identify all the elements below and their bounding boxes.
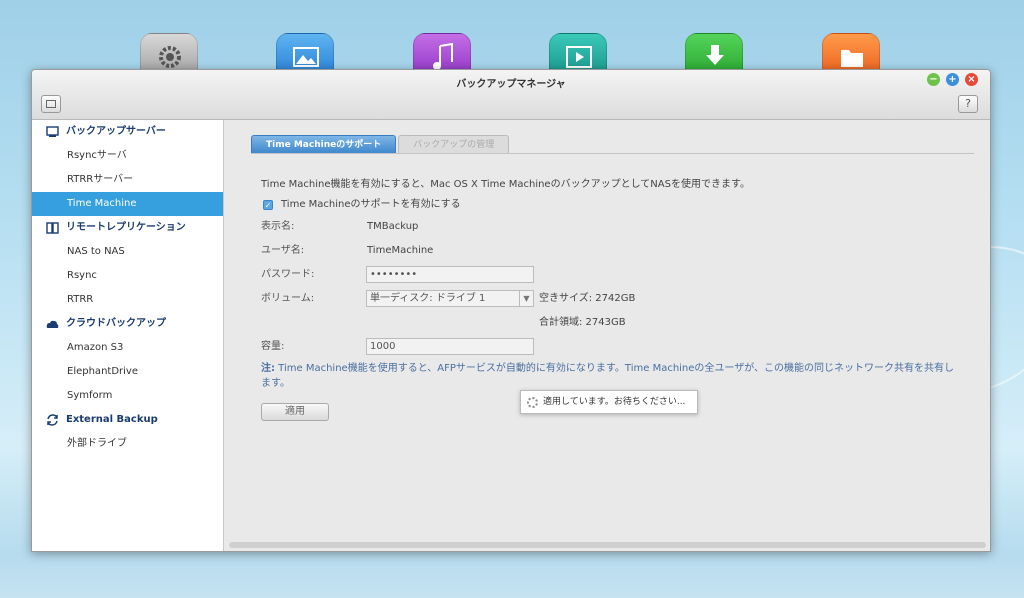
sidebar-section-backup-server[interactable]: バックアップサーバー bbox=[32, 120, 223, 144]
capacity-label: 容量: bbox=[261, 341, 285, 352]
username-row: ユーザ名: TimeMachine bbox=[261, 239, 961, 263]
password-row: パスワード: •••••••• bbox=[261, 263, 961, 287]
sync-icon bbox=[47, 414, 58, 426]
loading-text: 適用しています。お待ちください... bbox=[543, 397, 686, 407]
sidebar-item-rtrr-server[interactable]: RTRRサーバー bbox=[32, 168, 223, 192]
tab-bar: Time Machineのサポート バックアップの管理 bbox=[251, 135, 511, 153]
sidebar-item-elephantdrive[interactable]: ElephantDrive bbox=[32, 360, 223, 384]
sidebar-section-label: External Backup bbox=[66, 414, 158, 425]
sidebar-section-label: リモートレプリケーション bbox=[66, 222, 186, 233]
capacity-row: 容量: 1000 bbox=[261, 335, 961, 359]
note-text: 注: Time Machine機能を使用すると、AFPサービスが自動的に有効にな… bbox=[261, 361, 961, 391]
display-name-value: TMBackup bbox=[367, 221, 419, 232]
free-space-text: 空きサイズ: 2742GB bbox=[539, 293, 636, 304]
desktop-dock bbox=[0, 33, 1024, 83]
sidebar-item-symform[interactable]: Symform bbox=[32, 384, 223, 408]
sidebar-section-cloud-backup[interactable]: クラウドバックアップ bbox=[32, 312, 223, 336]
close-icon[interactable]: × bbox=[965, 73, 978, 86]
window-title: バックアップマネージャ bbox=[456, 79, 566, 90]
maximize-icon[interactable]: + bbox=[946, 73, 959, 86]
sidebar-section-label: クラウドバックアップ bbox=[66, 318, 166, 329]
note-body: Time Machine機能を使用すると、AFPサービスが自動的に有効になります… bbox=[261, 363, 955, 389]
note-prefix: 注: bbox=[261, 363, 275, 374]
display-name-row: 表示名: TMBackup bbox=[261, 215, 961, 239]
minimize-icon[interactable]: − bbox=[927, 73, 940, 86]
volume-row: ボリューム: 単一ディスク: ドライブ 1 ▼ 空きサイズ: 2742GB bbox=[261, 287, 961, 311]
sidebar-item-nas-to-nas[interactable]: NAS to NAS bbox=[32, 240, 223, 264]
display-name-label: 表示名: bbox=[261, 221, 295, 232]
sidebar-section-remote-replication[interactable]: リモートレプリケーション bbox=[32, 216, 223, 240]
description-text: Time Machine機能を有効にすると、Mac OS X Time Mach… bbox=[261, 179, 750, 190]
sidebar-item-rsync-server[interactable]: Rsyncサーバ bbox=[32, 144, 223, 168]
horizontal-scrollbar[interactable] bbox=[229, 542, 986, 548]
enable-time-machine-checkbox[interactable]: ✓ bbox=[263, 200, 273, 210]
main-content: Time Machineのサポート バックアップの管理 Time Machine… bbox=[225, 120, 990, 551]
sidebar-section-label: バックアップサーバー bbox=[66, 126, 166, 137]
tab-backup-management[interactable]: バックアップの管理 bbox=[398, 135, 510, 153]
help-button[interactable]: ? bbox=[958, 95, 978, 113]
loading-tooltip: 適用しています。お待ちください... bbox=[520, 390, 698, 414]
password-field[interactable]: •••••••• bbox=[366, 266, 534, 283]
menu-icon bbox=[46, 100, 56, 108]
spinner-icon bbox=[527, 397, 538, 408]
tab-divider bbox=[251, 153, 974, 154]
password-label: パスワード: bbox=[261, 269, 315, 280]
sidebar-section-external-backup[interactable]: External Backup bbox=[32, 408, 223, 432]
cloud-icon bbox=[46, 320, 59, 328]
server-icon bbox=[46, 126, 59, 137]
time-machine-panel: Time Machine機能を有効にすると、Mac OS X Time Mach… bbox=[261, 175, 961, 421]
desktop-decoration-bottom bbox=[0, 552, 1024, 598]
username-label: ユーザ名: bbox=[261, 245, 305, 256]
apply-button[interactable]: 適用 bbox=[261, 403, 329, 421]
window-titlebar: バックアップマネージャ − + × ? bbox=[32, 70, 990, 120]
sidebar-toggle-button[interactable] bbox=[41, 95, 61, 113]
sidebar-item-amazon-s3[interactable]: Amazon S3 bbox=[32, 336, 223, 360]
total-area-row: 合計領域: 2743GB bbox=[261, 311, 961, 335]
enable-time-machine-row[interactable]: ✓ Time Machineのサポートを有効にする bbox=[261, 195, 961, 215]
chevron-down-icon[interactable]: ▼ bbox=[519, 291, 533, 306]
volume-select[interactable]: 単一ディスク: ドライブ 1 ▼ bbox=[366, 290, 534, 307]
sidebar: バックアップサーバー Rsyncサーバ RTRRサーバー Time Machin… bbox=[32, 120, 224, 551]
sidebar-item-rtrr[interactable]: RTRR bbox=[32, 288, 223, 312]
sidebar-item-external-drive[interactable]: 外部ドライブ bbox=[32, 432, 223, 456]
volume-label: ボリューム: bbox=[261, 293, 315, 304]
capacity-field[interactable]: 1000 bbox=[366, 338, 534, 355]
total-area-text: 合計領域: 2743GB bbox=[539, 317, 626, 328]
replication-icon bbox=[46, 222, 59, 234]
sidebar-item-rsync[interactable]: Rsync bbox=[32, 264, 223, 288]
sidebar-item-time-machine[interactable]: Time Machine bbox=[32, 192, 223, 216]
window-controls: − + × bbox=[927, 73, 978, 86]
username-value: TimeMachine bbox=[367, 245, 434, 256]
tab-time-machine-support[interactable]: Time Machineのサポート bbox=[251, 135, 397, 153]
enable-time-machine-label: Time Machineのサポートを有効にする bbox=[281, 199, 461, 210]
volume-select-value: 単一ディスク: ドライブ 1 bbox=[370, 293, 486, 304]
backup-manager-window: バックアップマネージャ − + × ? バックアップサーバー Rsyncサーバ … bbox=[31, 69, 991, 552]
